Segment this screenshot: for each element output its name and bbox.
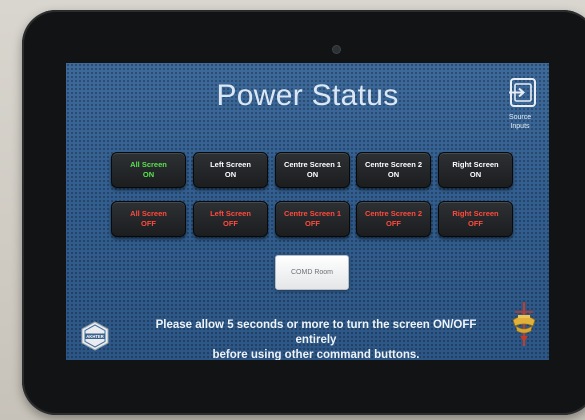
- button-label: Centre Screen 1: [283, 209, 342, 218]
- button-state: OFF: [386, 219, 401, 228]
- source-inputs-label: Source Inputs: [492, 113, 548, 131]
- touch-panel-screen: Power Status Source Inputs All Screen ON…: [66, 63, 549, 360]
- input-arrow-icon: [509, 78, 536, 107]
- crest-emblem-logo: [510, 302, 538, 346]
- akhter-badge-logo: AKHTER: [80, 321, 110, 351]
- button-state: ON: [224, 170, 237, 179]
- button-label: Left Screen: [210, 209, 251, 218]
- button-state: ON: [469, 170, 482, 179]
- button-label: Right Screen: [452, 209, 499, 218]
- notice-line-1: Please allow 5 seconds or more to turn t…: [155, 319, 477, 346]
- button-state: OFF: [141, 219, 156, 228]
- button-label: Centre Screen 2: [364, 160, 423, 169]
- button-state: OFF: [468, 219, 483, 228]
- source-inputs-button[interactable]: [506, 76, 540, 110]
- comd-room-button[interactable]: COMD Room: [275, 255, 349, 290]
- button-label: Centre Screen 1: [283, 160, 342, 169]
- button-state: OFF: [223, 219, 238, 228]
- notice-text: Please allow 5 seconds or more to turn t…: [136, 318, 496, 360]
- button-state: ON: [142, 170, 155, 179]
- right-screen-on-button[interactable]: Right Screen ON: [438, 152, 513, 188]
- button-label: All Screen: [130, 160, 167, 169]
- button-label: Left Screen: [210, 160, 251, 169]
- page-title: Power Status: [216, 79, 399, 112]
- centre-screen-1-on-button[interactable]: Centre Screen 1 ON: [275, 152, 350, 188]
- centre-screen-2-off-button[interactable]: Centre Screen 2 OFF: [356, 201, 431, 237]
- notice-line-2: before using other command buttons.: [212, 349, 420, 360]
- centre-screen-2-on-button[interactable]: Centre Screen 2 ON: [356, 152, 431, 188]
- button-state: ON: [306, 170, 319, 179]
- right-screen-off-button[interactable]: Right Screen OFF: [438, 201, 513, 237]
- akhter-logo-text: AKHTER: [86, 334, 103, 339]
- source-inputs-label-line2: Inputs: [510, 123, 530, 130]
- button-label: Centre Screen 2: [364, 209, 423, 218]
- left-screen-on-button[interactable]: Left Screen ON: [193, 152, 268, 188]
- source-inputs-label-line1: Source: [508, 114, 532, 121]
- button-state: ON: [387, 170, 400, 179]
- button-label: All Screen: [130, 209, 167, 218]
- all-screen-off-button[interactable]: All Screen OFF: [111, 201, 186, 237]
- camera-lens: [333, 46, 340, 53]
- centre-screen-1-off-button[interactable]: Centre Screen 1 OFF: [275, 201, 350, 237]
- all-screen-on-button[interactable]: All Screen ON: [111, 152, 186, 188]
- button-label: Right Screen: [452, 160, 499, 169]
- left-screen-off-button[interactable]: Left Screen OFF: [193, 201, 268, 237]
- button-state: OFF: [305, 219, 320, 228]
